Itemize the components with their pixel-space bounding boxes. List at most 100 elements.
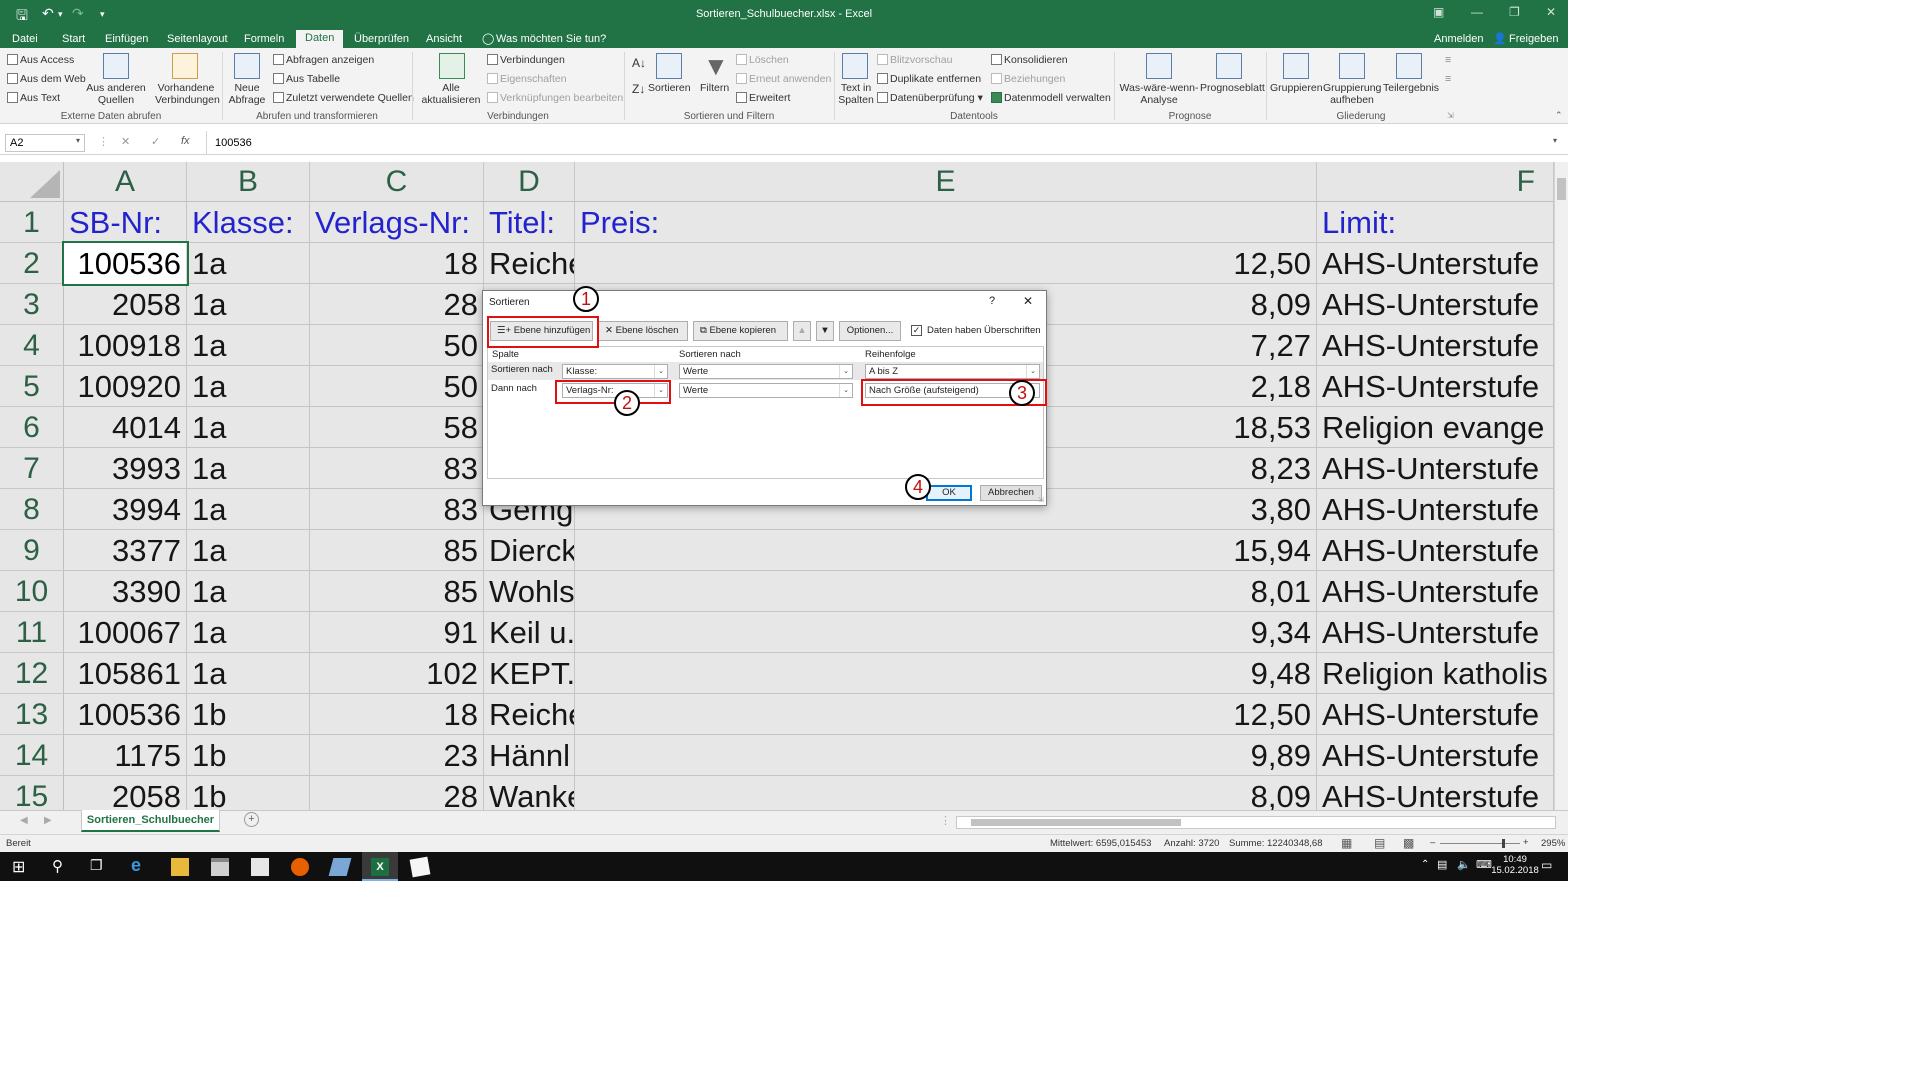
notes-icon[interactable] bbox=[409, 856, 431, 878]
table-cell[interactable]: AHS-Unterstufe bbox=[1317, 735, 1554, 776]
column-header-e[interactable]: E bbox=[575, 162, 1317, 202]
headers-checkbox[interactable]: ✓ bbox=[911, 325, 922, 336]
level-2-sorton-select[interactable]: Werte ⌄ bbox=[679, 383, 853, 398]
table-cell[interactable]: 85 bbox=[310, 530, 484, 571]
table-cell[interactable]: 4014 bbox=[64, 407, 187, 448]
group-button[interactable]: Gruppieren bbox=[1270, 82, 1323, 94]
namebox-dropdown-icon[interactable]: ▾ bbox=[76, 136, 80, 145]
table-cell[interactable]: 1a bbox=[187, 571, 310, 612]
properties-button[interactable]: Eigenschaften bbox=[487, 73, 567, 85]
minimize-icon[interactable]: — bbox=[1471, 5, 1483, 19]
prev-sheet-icon[interactable]: ◀ bbox=[20, 815, 28, 826]
table-cell[interactable]: 50 bbox=[310, 325, 484, 366]
copy-level-button[interactable]: ⧉ Ebene kopieren bbox=[693, 321, 788, 341]
row-header[interactable]: 5 bbox=[0, 366, 64, 407]
table-cell[interactable]: 8,09 bbox=[575, 776, 1317, 810]
data-model-button[interactable]: Datenmodell verwalten bbox=[991, 92, 1111, 104]
table-cell[interactable]: 1a bbox=[187, 407, 310, 448]
table-cell[interactable]: 15,94 bbox=[575, 530, 1317, 571]
table-cell[interactable]: 23 bbox=[310, 735, 484, 776]
dialog-help-button[interactable]: ? bbox=[989, 295, 995, 307]
zoom-out-icon[interactable]: – bbox=[1430, 837, 1435, 848]
edit-links-button[interactable]: Verknüpfungen bearbeiten bbox=[487, 92, 623, 104]
table-cell[interactable]: Wohls bbox=[484, 571, 575, 612]
file-explorer-icon[interactable] bbox=[171, 858, 189, 876]
table-cell[interactable]: 28 bbox=[310, 284, 484, 325]
cancel-entry-icon[interactable]: ✕ bbox=[121, 135, 130, 148]
row-header[interactable]: 9 bbox=[0, 530, 64, 571]
table-cell[interactable]: Reiche bbox=[484, 694, 575, 735]
edge-icon[interactable]: e bbox=[131, 855, 141, 876]
select-all-corner[interactable] bbox=[0, 162, 64, 202]
active-cell[interactable]: 100536 bbox=[62, 241, 189, 286]
table-cell[interactable]: 100067 bbox=[64, 612, 187, 653]
windows-start-icon[interactable]: ⊞ bbox=[12, 857, 25, 877]
table-cell[interactable]: 1a bbox=[187, 366, 310, 407]
expand-formula-icon[interactable]: ▾ bbox=[1553, 136, 1557, 145]
existing-connections-button[interactable]: Vorhandene Verbindungen bbox=[155, 82, 220, 106]
row-header[interactable]: 13 bbox=[0, 694, 64, 735]
row-header[interactable]: 4 bbox=[0, 325, 64, 366]
table-cell[interactable]: 83 bbox=[310, 489, 484, 530]
table-cell[interactable]: 102 bbox=[310, 653, 484, 694]
sort-za-icon[interactable]: Z↓ bbox=[632, 82, 645, 96]
table-cell[interactable]: 3377 bbox=[64, 530, 187, 571]
store-icon[interactable] bbox=[211, 858, 229, 876]
header-cell[interactable]: Limit: bbox=[1317, 202, 1554, 243]
table-cell[interactable]: 9,89 bbox=[575, 735, 1317, 776]
header-cell[interactable]: Titel: bbox=[484, 202, 575, 243]
task-view-icon[interactable]: ❐ bbox=[90, 857, 103, 874]
table-cell[interactable]: AHS-Unterstufe bbox=[1317, 243, 1554, 284]
table-cell[interactable]: Religion evange bbox=[1317, 407, 1554, 448]
table-cell[interactable]: 3993 bbox=[64, 448, 187, 489]
normal-view-icon[interactable]: ▦ bbox=[1341, 836, 1352, 850]
consolidate-button[interactable]: Konsolidieren bbox=[991, 54, 1068, 66]
table-cell[interactable]: 1a bbox=[187, 530, 310, 571]
tab-formulas[interactable]: Formeln bbox=[244, 32, 284, 48]
share-button[interactable]: Freigeben bbox=[1509, 32, 1559, 48]
tab-start[interactable]: Start bbox=[62, 32, 85, 48]
row-header[interactable]: 7 bbox=[0, 448, 64, 489]
table-cell[interactable]: Keil u. bbox=[484, 612, 575, 653]
table-cell[interactable]: 91 bbox=[310, 612, 484, 653]
recent-sources-button[interactable]: Zuletzt verwendete Quellen bbox=[273, 92, 414, 104]
table-cell[interactable]: 100536 bbox=[64, 694, 187, 735]
refresh-all-button[interactable]: Alle aktualisieren bbox=[418, 82, 484, 106]
table-cell[interactable]: 12,50 bbox=[575, 694, 1317, 735]
tab-view[interactable]: Ansicht bbox=[426, 32, 462, 48]
flash-fill-button[interactable]: Blitzvorschau bbox=[877, 54, 952, 66]
table-cell[interactable]: AHS-Unterstufe bbox=[1317, 530, 1554, 571]
page-layout-view-icon[interactable]: ▤ bbox=[1374, 836, 1385, 850]
name-box[interactable]: A2 bbox=[5, 134, 85, 152]
filter-button[interactable]: Filtern bbox=[700, 82, 729, 94]
advanced-filter-button[interactable]: Erweitert bbox=[736, 92, 790, 104]
table-cell[interactable]: 1175 bbox=[64, 735, 187, 776]
confirm-entry-icon[interactable]: ✓ bbox=[151, 135, 160, 148]
tab-insert[interactable]: Einfügen bbox=[105, 32, 148, 48]
vertical-scrollbar[interactable] bbox=[1554, 162, 1568, 810]
sort-az-icon[interactable]: A↓ bbox=[632, 56, 646, 70]
firefox-icon[interactable] bbox=[291, 858, 309, 876]
table-cell[interactable]: Reiche bbox=[484, 243, 575, 284]
search-icon[interactable]: ⚲ bbox=[52, 857, 63, 875]
header-cell[interactable]: Klasse: bbox=[187, 202, 310, 243]
table-cell[interactable]: KEPT. bbox=[484, 653, 575, 694]
what-if-button[interactable]: Was-wäre-wenn-Analyse bbox=[1118, 82, 1200, 106]
clock[interactable]: 10:49 15.02.2018 bbox=[1490, 854, 1540, 876]
horizontal-scrollbar-thumb[interactable] bbox=[971, 819, 1181, 826]
table-cell[interactable]: 85 bbox=[310, 571, 484, 612]
table-cell[interactable]: 3994 bbox=[64, 489, 187, 530]
ok-button[interactable]: OK bbox=[926, 485, 972, 501]
table-cell[interactable]: 18 bbox=[310, 243, 484, 284]
table-cell[interactable]: AHS-Unterstufe bbox=[1317, 325, 1554, 366]
header-cell[interactable]: Preis: bbox=[575, 202, 1317, 243]
move-down-button[interactable]: ▼ bbox=[816, 321, 834, 341]
add-sheet-icon[interactable]: + bbox=[244, 812, 259, 827]
relationships-button[interactable]: Beziehungen bbox=[991, 73, 1065, 85]
table-cell[interactable]: 100918 bbox=[64, 325, 187, 366]
tab-review[interactable]: Überprüfen bbox=[354, 32, 409, 48]
ungroup-button[interactable]: Gruppierung aufheben bbox=[1323, 82, 1381, 106]
next-sheet-icon[interactable]: ▶ bbox=[44, 815, 52, 826]
level-1-column-select[interactable]: Klasse: ⌄ bbox=[562, 364, 668, 379]
table-cell[interactable]: Dierck bbox=[484, 530, 575, 571]
